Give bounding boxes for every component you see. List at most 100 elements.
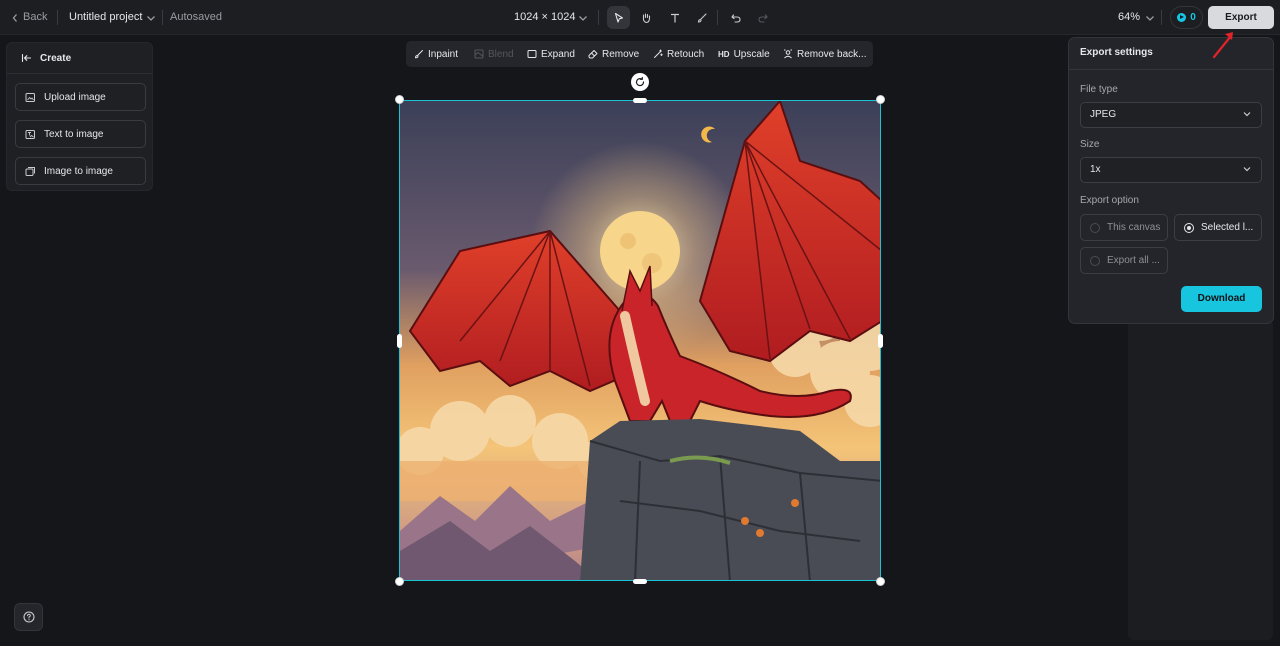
text-tool-button[interactable]: [663, 6, 686, 29]
edit-toolbar: Inpaint Blend Expand Remove Retouch HD U…: [406, 41, 873, 67]
brush-tool-button[interactable]: [690, 6, 713, 29]
file-type-value: JPEG: [1090, 109, 1117, 120]
create-header[interactable]: Create: [7, 43, 152, 74]
inpaint-button[interactable]: Inpaint: [414, 41, 458, 67]
rotate-handle[interactable]: [631, 73, 649, 91]
project-menu-button[interactable]: [145, 13, 156, 23]
expand-button[interactable]: Expand: [527, 41, 575, 67]
help-icon: [22, 611, 35, 623]
edge-handle-left[interactable]: [397, 334, 402, 348]
text-image-icon: [25, 129, 35, 139]
credits-count: 0: [1190, 12, 1196, 23]
divider: [57, 10, 58, 25]
canvas-size[interactable]: 1024 × 1024: [514, 0, 575, 35]
eraser-icon: [588, 50, 598, 59]
blend-icon: [474, 49, 484, 59]
zoom-level[interactable]: 64%: [1118, 0, 1140, 35]
credits-badge[interactable]: 0: [1170, 6, 1203, 29]
canvas-size-menu[interactable]: [577, 13, 588, 23]
expand-label: Expand: [541, 48, 575, 60]
divider: [598, 10, 599, 25]
retouch-icon: [654, 49, 663, 58]
export-settings-title: Export settings: [1069, 38, 1273, 70]
blend-button[interactable]: Blend: [474, 41, 514, 67]
text-icon: [670, 13, 679, 22]
brush-icon: [697, 12, 707, 23]
annotation-arrow: [1212, 32, 1233, 59]
edge-handle-bottom[interactable]: [633, 579, 647, 584]
radio-selected-icon: [1184, 222, 1194, 233]
option-this-canvas-label: This canvas: [1107, 222, 1161, 233]
corner-handle-top-right[interactable]: [876, 95, 885, 104]
canvas-image[interactable]: [399, 100, 881, 581]
remove-button[interactable]: Remove: [588, 41, 639, 67]
option-export-all-label: Export all ...: [1107, 255, 1160, 266]
upload-image-icon: [25, 92, 35, 102]
file-type-label: File type: [1080, 84, 1118, 95]
arrow-left-icon: [21, 53, 32, 63]
upload-image-button[interactable]: Upload image: [15, 83, 146, 111]
file-type-select[interactable]: JPEG: [1080, 102, 1262, 128]
hand-tool-button[interactable]: [634, 6, 657, 29]
export-option-label: Export option: [1080, 195, 1139, 206]
image-to-image-button[interactable]: Image to image: [15, 157, 146, 185]
rotate-icon: [635, 76, 645, 87]
top-bar: Back Untitled project Autosaved 1024 × 1…: [0, 0, 1280, 35]
redo-icon: [757, 13, 768, 23]
download-button[interactable]: Download: [1181, 286, 1262, 312]
text-to-image-button[interactable]: Text to image: [15, 120, 146, 148]
inpaint-label: Inpaint: [428, 48, 459, 60]
size-value: 1x: [1090, 164, 1101, 175]
remove-background-button[interactable]: Remove back...: [783, 41, 866, 67]
dragon-artwork: [400, 101, 880, 580]
corner-handle-top-left[interactable]: [395, 95, 404, 104]
credit-icon: [1177, 13, 1187, 22]
upscale-button[interactable]: HD Upscale: [718, 41, 770, 67]
size-select[interactable]: 1x: [1080, 157, 1262, 183]
create-panel: Create Upload image Text to image Image …: [6, 42, 153, 191]
radio-icon: [1090, 222, 1100, 233]
retouch-button[interactable]: Retouch: [653, 41, 704, 67]
option-selected-layers-label: Selected l...: [1201, 222, 1254, 233]
retouch-label: Retouch: [667, 48, 705, 60]
image-image-icon: [25, 166, 35, 176]
back-label: Back: [23, 11, 48, 23]
undo-button[interactable]: [724, 6, 747, 29]
cursor-icon: [614, 12, 623, 23]
radio-icon: [1090, 255, 1100, 266]
help-button[interactable]: [14, 603, 43, 631]
export-button[interactable]: Export: [1208, 6, 1274, 29]
corner-handle-bottom-right[interactable]: [876, 577, 885, 586]
layers-panel: [1128, 323, 1273, 640]
redo-button[interactable]: [751, 6, 774, 29]
export-settings-panel: Export settings File type JPEG Size 1x E…: [1068, 37, 1274, 324]
save-status: Autosaved: [170, 11, 222, 23]
back-button[interactable]: Back: [11, 0, 47, 35]
chevron-down-icon: [1243, 112, 1251, 117]
divider: [1161, 10, 1162, 25]
chevron-down-icon: [146, 16, 155, 21]
divider: [162, 10, 163, 25]
corner-handle-bottom-left[interactable]: [395, 577, 404, 586]
hd-badge: HD: [718, 49, 730, 59]
chevron-down-icon: [1243, 167, 1251, 172]
remove-bg-icon: [784, 49, 792, 59]
inpaint-icon: [414, 50, 423, 59]
remove-background-label: Remove back...: [797, 48, 867, 60]
upload-image-label: Upload image: [44, 91, 106, 103]
project-name[interactable]: Untitled project: [69, 0, 142, 35]
image-to-image-label: Image to image: [44, 165, 113, 177]
option-export-all[interactable]: Export all ...: [1080, 247, 1168, 274]
zoom-menu[interactable]: [1144, 13, 1155, 23]
chevron-down-icon: [578, 16, 587, 21]
edge-handle-top[interactable]: [633, 98, 647, 103]
select-tool-button[interactable]: [607, 6, 630, 29]
hand-icon: [642, 12, 650, 23]
edge-handle-right[interactable]: [878, 334, 883, 348]
chevron-down-icon: [1145, 16, 1154, 21]
blend-label: Blend: [488, 48, 514, 60]
option-this-canvas[interactable]: This canvas: [1080, 214, 1168, 241]
size-label: Size: [1080, 139, 1100, 150]
option-selected-layers[interactable]: Selected l...: [1174, 214, 1262, 241]
expand-icon: [527, 50, 537, 58]
